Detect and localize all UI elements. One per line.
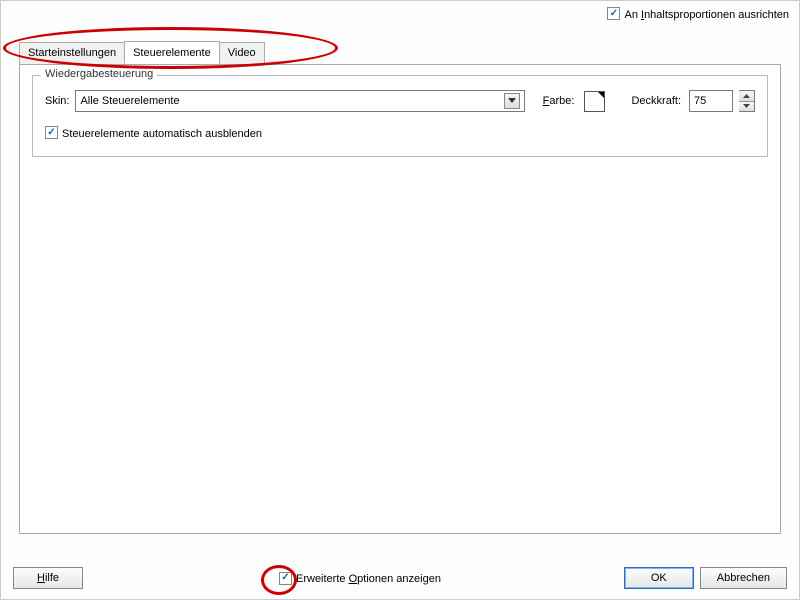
skin-label: Skin: xyxy=(45,95,69,107)
opacity-input[interactable]: 75 xyxy=(689,90,733,112)
opacity-label: Deckkraft: xyxy=(631,95,681,107)
color-label: Farbe: xyxy=(543,95,575,107)
cancel-button[interactable]: Abbrechen xyxy=(700,567,787,589)
skin-dropdown[interactable]: Alle Steuerelemente xyxy=(75,90,524,112)
skin-dropdown-value: Alle Steuerelemente xyxy=(80,95,179,107)
autohide-controls-label: Steuerelemente automatisch ausblenden xyxy=(62,128,262,140)
autohide-controls-checkbox[interactable] xyxy=(45,126,58,139)
group-legend: Wiedergabesteuerung xyxy=(41,68,157,80)
help-button[interactable]: Hilfe xyxy=(13,567,83,589)
spinner-down-icon[interactable] xyxy=(739,102,754,112)
tab-bar: Starteinstellungen Steuerelemente Video xyxy=(19,41,264,64)
tab-video[interactable]: Video xyxy=(219,42,265,65)
ok-button[interactable]: OK xyxy=(624,567,694,589)
advanced-options-label: Erweiterte Optionen anzeigen xyxy=(296,573,441,585)
advanced-options-checkbox[interactable] xyxy=(279,572,292,585)
tab-starteinstellungen[interactable]: Starteinstellungen xyxy=(19,42,125,65)
spinner-up-icon[interactable] xyxy=(739,91,754,102)
tab-steuerelemente[interactable]: Steuerelemente xyxy=(124,41,220,64)
tab-panel: Wiedergabesteuerung Skin: Alle Steuerele… xyxy=(19,64,781,534)
color-swatch[interactable] xyxy=(584,91,605,112)
chevron-down-icon xyxy=(504,93,520,109)
align-to-proportions-checkbox[interactable] xyxy=(607,7,620,20)
playback-control-group: Wiedergabesteuerung Skin: Alle Steuerele… xyxy=(32,75,768,157)
align-to-proportions-label: An Inhaltsproportionen ausrichten xyxy=(624,9,789,21)
